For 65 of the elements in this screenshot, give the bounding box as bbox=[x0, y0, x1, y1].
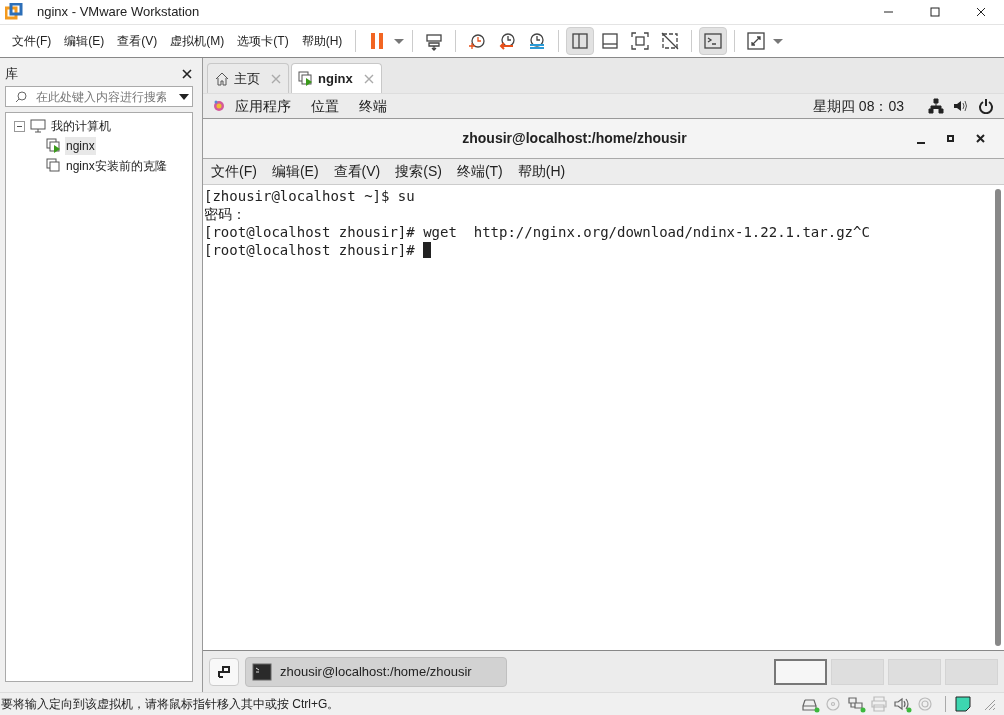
terminal-icon bbox=[252, 662, 272, 681]
terminal-menu-item[interactable]: 编辑(E) bbox=[265, 161, 325, 182]
vm-running-icon bbox=[298, 70, 314, 87]
guest-menu-item[interactable]: 终端 bbox=[359, 95, 387, 117]
tab[interactable]: nginx bbox=[291, 63, 382, 93]
terminal-menu-item[interactable]: 终端(T) bbox=[450, 161, 509, 182]
menu-item[interactable]: 编辑(E) bbox=[58, 32, 111, 50]
power-icon[interactable] bbox=[978, 98, 994, 114]
caret-icon[interactable] bbox=[179, 92, 189, 101]
taskbar-window-button[interactable]: zhousir@localhost:/home/zhousir bbox=[245, 656, 507, 687]
computer-icon bbox=[29, 118, 47, 134]
fit-screen-icon bbox=[630, 31, 651, 51]
terminal-line: 密码： bbox=[204, 205, 246, 223]
menu-item[interactable]: 帮助(H) bbox=[295, 32, 349, 50]
home-icon bbox=[214, 70, 230, 87]
tree-item[interactable]: 我的计算机 bbox=[51, 117, 111, 135]
clock: 星期四 08：03 bbox=[812, 96, 904, 116]
show-desktop-button[interactable] bbox=[209, 657, 239, 686]
app-logo-icon bbox=[5, 3, 23, 21]
terminal-menu-item[interactable]: 帮助(H) bbox=[511, 161, 572, 182]
scrollbar-thumb[interactable] bbox=[995, 189, 1001, 646]
menu-item[interactable]: 选项卡(T) bbox=[231, 32, 295, 50]
gnome-foot-icon bbox=[211, 98, 227, 114]
sidebar-icon bbox=[570, 31, 591, 51]
menu-item[interactable]: 文件(F) bbox=[6, 32, 58, 50]
sidebar-button[interactable] bbox=[566, 27, 595, 55]
terminal-menu-item[interactable]: 查看(V) bbox=[327, 161, 387, 182]
status-message: 要将输入定向到该虚拟机，请将鼠标指针移入其中或按 Ctrl+G。 bbox=[1, 696, 340, 713]
text-cursor bbox=[423, 242, 432, 258]
terminal-menu-item[interactable]: 搜索(S) bbox=[389, 161, 448, 182]
windows-icon bbox=[217, 664, 231, 679]
console-icon bbox=[703, 31, 724, 51]
tab[interactable]: 主页 bbox=[207, 63, 289, 93]
terminal-title: zhousir@localhost:/home/zhousir bbox=[461, 129, 688, 148]
terminal-line: [zhousir@localhost ~]$ su bbox=[204, 187, 415, 205]
volume-icon[interactable] bbox=[952, 98, 968, 114]
guest-menu-item[interactable]: 应用程序 bbox=[235, 95, 291, 117]
terminal-line: [root@localhost zhousir]# wget http://nginx.org/download/ndinx-1.22.1.tar.gz^C bbox=[204, 223, 870, 241]
window-title: nginx - VMware Workstation bbox=[37, 3, 200, 22]
fullscreen-icon bbox=[746, 31, 767, 51]
unity-icon bbox=[660, 31, 681, 51]
collapse-icon[interactable] bbox=[14, 120, 25, 132]
search-icon bbox=[14, 89, 28, 104]
clock-plus-icon bbox=[467, 31, 488, 51]
library-title: 库 bbox=[5, 65, 18, 84]
menu-item[interactable]: 虚拟机(M) bbox=[164, 32, 231, 50]
network-icon[interactable] bbox=[928, 98, 944, 114]
note-icon[interactable] bbox=[955, 696, 971, 712]
bottom-panel-icon bbox=[600, 31, 621, 51]
sound-device-icon[interactable] bbox=[893, 695, 913, 713]
tree-item[interactable]: nginx bbox=[65, 137, 96, 155]
clock-arrow-icon bbox=[497, 31, 518, 51]
menu-item[interactable]: 查看(V) bbox=[111, 32, 164, 50]
caret-icon bbox=[394, 38, 405, 44]
terminal-line: [root@localhost zhousir]# bbox=[204, 241, 416, 259]
keyboard-icon bbox=[424, 31, 445, 51]
terminal-menu-item[interactable]: 文件(F) bbox=[205, 161, 263, 182]
caret-icon bbox=[773, 38, 784, 44]
close-icon[interactable] bbox=[181, 68, 193, 80]
tree-item[interactable]: nginx安装前的克隆 bbox=[65, 157, 168, 175]
network-device-icon[interactable] bbox=[847, 695, 867, 713]
resize-grip-icon[interactable] bbox=[982, 697, 996, 711]
workspace-button[interactable] bbox=[774, 658, 827, 685]
console-button[interactable] bbox=[699, 27, 728, 55]
guest-menu-item[interactable]: 位置 bbox=[311, 95, 339, 117]
